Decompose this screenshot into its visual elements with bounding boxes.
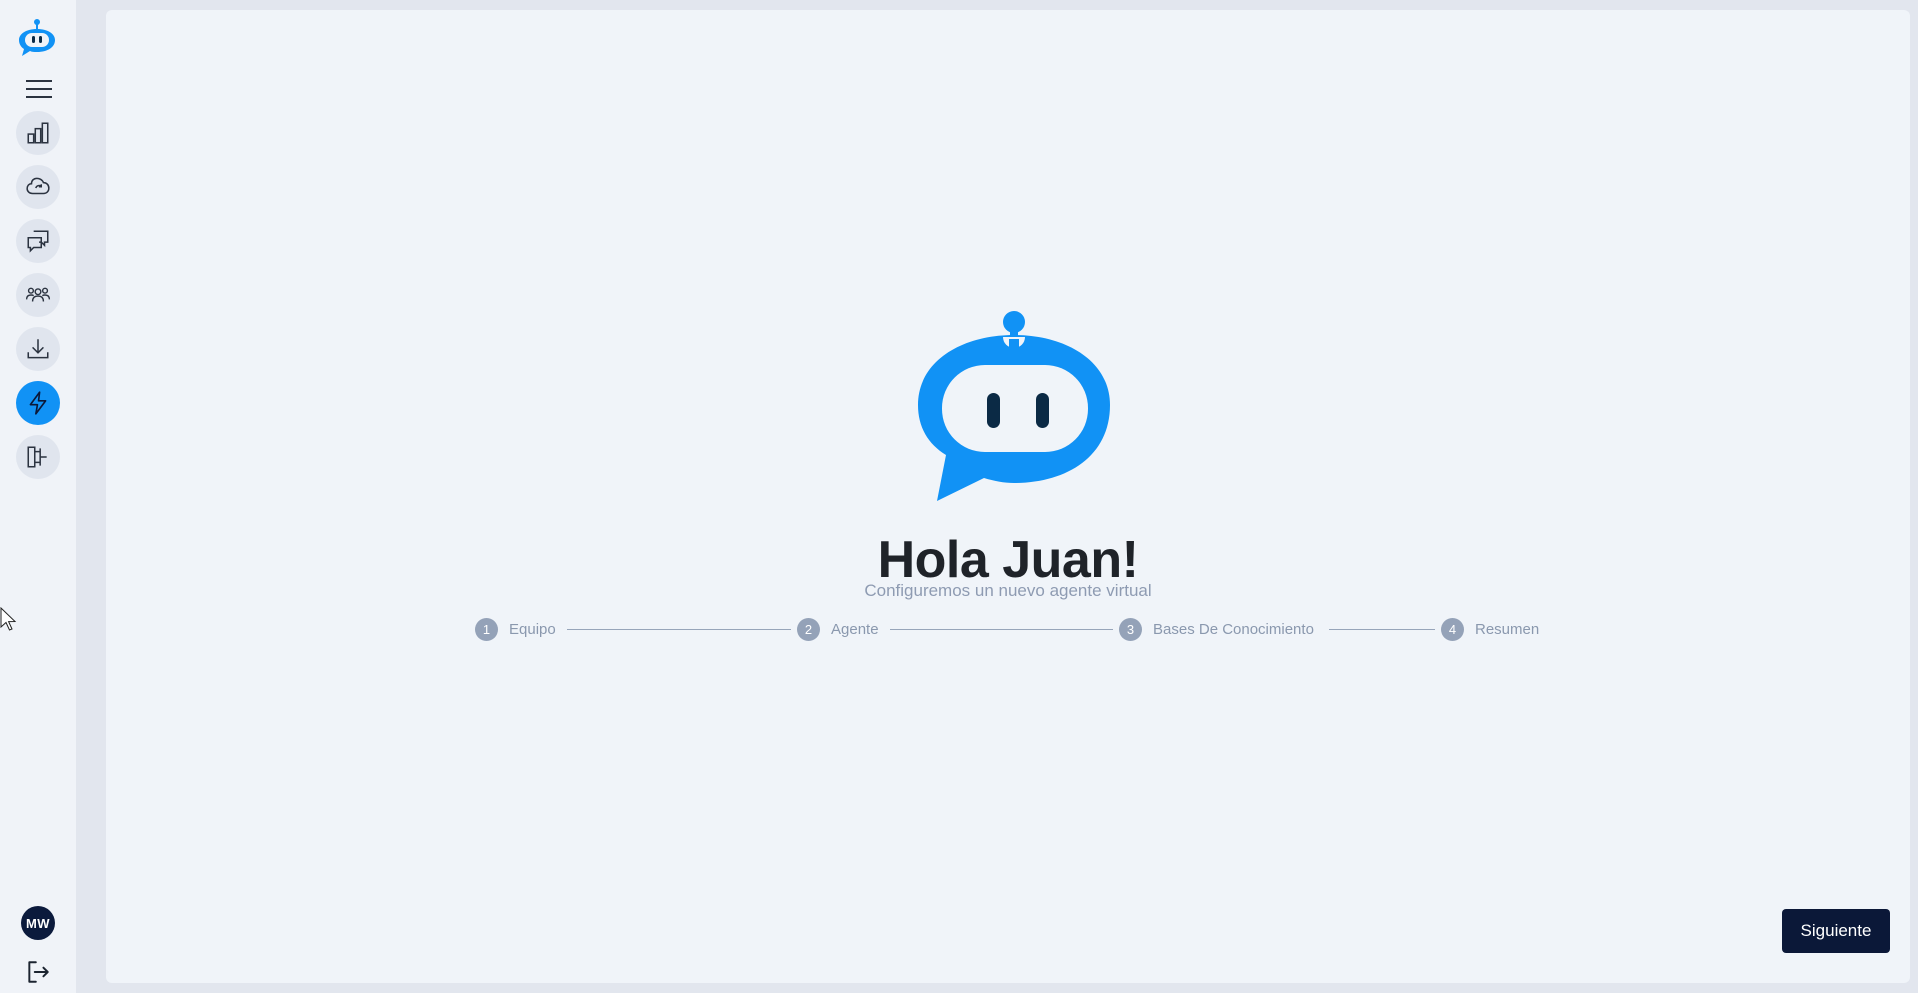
logout-icon[interactable] (25, 959, 51, 985)
step-number: 3 (1119, 617, 1142, 641)
sidebar-item-teams[interactable] (16, 273, 60, 317)
step-connector (567, 629, 791, 630)
hamburger-menu-icon[interactable] (26, 77, 52, 101)
chat-bubbles-icon (27, 230, 49, 253)
step-number: 4 (1441, 617, 1464, 641)
step-connector (890, 629, 1113, 630)
sidebar-item-integrations[interactable] (16, 165, 60, 209)
chatbot-mascot-icon (918, 311, 1110, 501)
users-group-icon (25, 287, 51, 302)
step-equipo[interactable]: 1 Equipo (475, 614, 556, 644)
step-label: Resumen (1475, 620, 1540, 638)
lightning-bolt-icon (29, 391, 47, 415)
user-avatar[interactable]: MW (21, 906, 55, 940)
sidebar: MW (0, 0, 76, 993)
wizard-stepper: 1 Equipo 2 Agente 3 Bases De Conocimient… (106, 614, 1910, 644)
sidebar-item-automation[interactable] (16, 381, 60, 425)
chatbot-logo-icon[interactable] (17, 18, 57, 58)
sidebar-item-analytics[interactable] (16, 111, 60, 155)
cloud-sync-icon (26, 177, 50, 195)
mouse-cursor-icon (0, 607, 17, 631)
main-panel: Hola Juan! Configuremos un nuevo agente … (106, 10, 1910, 983)
step-resumen[interactable]: 4 Resumen (1441, 614, 1539, 644)
step-number: 2 (797, 617, 820, 641)
next-button[interactable]: Siguiente (1782, 909, 1890, 953)
step-label: Agente (831, 620, 879, 638)
step-label: Bases De Conocimiento (1153, 620, 1314, 638)
download-icon (27, 339, 49, 359)
step-label: Equipo (509, 620, 556, 638)
sidebar-item-conversations[interactable] (16, 219, 60, 263)
step-bases-de-conocimiento[interactable]: 3 Bases De Conocimiento (1119, 614, 1314, 644)
bar-chart-icon (27, 122, 49, 144)
page-subtitle: Configuremos un nuevo agente virtual (864, 581, 1152, 600)
step-connector (1329, 629, 1435, 630)
step-number: 1 (475, 617, 498, 641)
sidebar-item-downloads[interactable] (16, 327, 60, 371)
flow-diagram-icon (27, 446, 47, 468)
sidebar-item-flows[interactable] (16, 435, 60, 479)
step-agente[interactable]: 2 Agente (797, 614, 879, 644)
